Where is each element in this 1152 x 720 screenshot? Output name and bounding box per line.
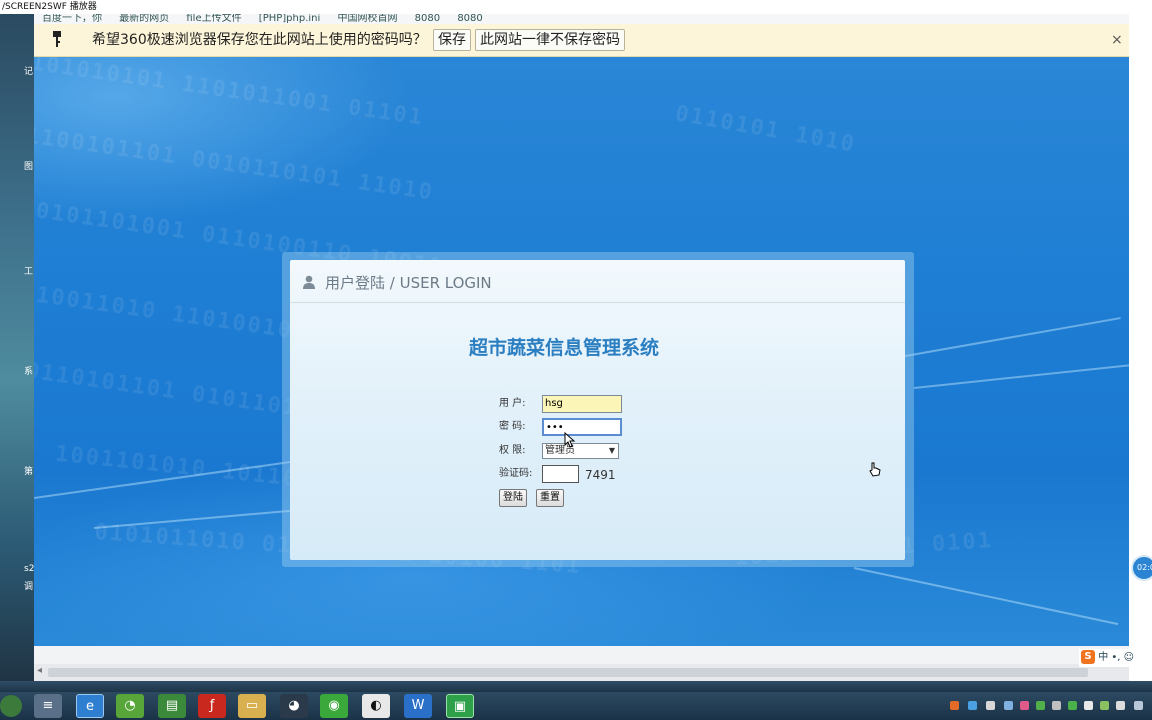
tray-icon[interactable] — [986, 701, 995, 710]
start-icon[interactable] — [0, 695, 22, 717]
mouse-cursor-icon — [564, 432, 576, 448]
tray-icon[interactable] — [1020, 701, 1029, 710]
system-title: 超市蔬菜信息管理系统 — [468, 337, 659, 359]
app-icon[interactable]: ≡ — [34, 694, 62, 718]
tray-icon[interactable] — [1036, 701, 1045, 710]
player-window-title: /SCREEN2SWF 播放器 — [0, 0, 1152, 14]
light-streak — [913, 364, 1129, 389]
inner-taskbar-strip — [0, 681, 1152, 692]
close-icon[interactable]: × — [1111, 30, 1123, 50]
tray-icon[interactable] — [1134, 701, 1143, 710]
password-input[interactable]: ••• — [542, 418, 622, 436]
reset-button[interactable]: 重置 — [536, 489, 564, 507]
save-password-bar: 希望360极速浏览器保存您在此网站上使用的密码吗？ 保存 此网站一律不保存密码 … — [34, 24, 1129, 57]
bookmarks-bar: 百度一下，你 最新的网页 file上传文件 [PHP]php.ini 中国网校首… — [34, 14, 1129, 24]
ime-toolbar[interactable]: S 中 •, ☺ — [1079, 649, 1152, 667]
key-icon — [48, 30, 66, 50]
wechat-icon[interactable]: ◉ — [320, 694, 348, 718]
user-icon — [303, 275, 315, 289]
captcha-input[interactable] — [542, 465, 579, 483]
horizontal-scrollbar[interactable]: ◂ — [34, 664, 1129, 681]
login-panel-frame: 用户登陆 / USER LOGIN 超市蔬菜信息管理系统 用 户: hsg 密 … — [282, 252, 914, 567]
flash-icon[interactable]: ƒ — [198, 694, 226, 718]
captcha-label: 验证码: — [499, 468, 533, 479]
desktop-left-strip: 记 图 工 系 第 s2 调 — [0, 14, 34, 681]
desktop-label: s2 — [24, 564, 35, 574]
punctuation-icon[interactable]: •, — [1111, 652, 1120, 663]
captcha-code: 7491 — [585, 468, 616, 482]
desktop-label: 工 — [24, 267, 34, 277]
emoji-icon[interactable]: ☺ — [1124, 652, 1134, 663]
user-label: 用 户: — [499, 398, 526, 409]
spreadsheet-icon[interactable]: ▤ — [158, 694, 186, 718]
tray-icon[interactable] — [950, 701, 959, 710]
bookmark-item[interactable]: 百度一下，你 — [42, 14, 102, 24]
desktop-label: 第 — [24, 467, 34, 477]
desktop-label: 调 — [24, 582, 34, 592]
taskbar: ≡ e ◔ ▤ ƒ ▭ ◕ ◉ ◐ W ▣ — [0, 692, 1152, 720]
desktop-label: 系 — [24, 367, 34, 377]
recording-timer-badge[interactable]: 02:0 — [1131, 555, 1152, 581]
login-page-background: 0101010101 1101011001 01101 1100101101 0… — [34, 57, 1129, 646]
browser-360-icon[interactable]: e — [76, 694, 104, 718]
bookmark-item[interactable]: 中国网校首网 — [337, 14, 397, 24]
chevron-down-icon: ▼ — [608, 446, 615, 455]
volume-icon[interactable] — [1052, 701, 1061, 710]
desktop-right-strip — [1129, 14, 1152, 681]
app-icon[interactable]: ◐ — [362, 694, 390, 718]
never-save-password-button[interactable]: 此网站一律不保存密码 — [475, 29, 625, 51]
login-panel-header: 用户登陆 / USER LOGIN — [290, 260, 905, 303]
scrollbar-thumb[interactable] — [48, 668, 1088, 677]
bookmark-item[interactable]: 最新的网页 — [119, 14, 169, 24]
bookmark-item[interactable]: 8080 — [457, 14, 482, 24]
background-pattern: 0110101 1010 — [673, 101, 858, 158]
password-label: 密 码: — [499, 421, 526, 432]
role-select[interactable]: 管理员 ▼ — [542, 443, 619, 459]
tray-icon[interactable] — [1084, 701, 1093, 710]
login-button[interactable]: 登陆 — [499, 489, 527, 507]
sogou-ime-icon[interactable]: S — [1081, 650, 1095, 664]
background-pattern: 0101010101 1101011001 01101 — [34, 57, 426, 131]
tray-icon[interactable] — [1068, 701, 1077, 710]
app-icon[interactable]: ▣ — [446, 694, 474, 718]
login-panel-title: 用户登陆 / USER LOGIN — [325, 274, 492, 292]
bookmark-item[interactable]: file上传文件 — [186, 14, 241, 24]
bookmark-item[interactable]: [PHP]php.ini — [259, 14, 321, 24]
desktop-label: 记 — [24, 67, 34, 77]
page-footer-area — [34, 646, 1129, 664]
network-icon[interactable] — [1116, 701, 1125, 710]
background-pattern: 1100101101 0010110101 11010 — [34, 123, 436, 206]
light-streak — [853, 567, 1119, 626]
bookmark-item[interactable]: 8080 — [415, 14, 440, 24]
ime-mode[interactable]: 中 — [1098, 652, 1108, 663]
role-label: 权 限: — [499, 445, 526, 456]
tray-icon[interactable] — [1100, 701, 1109, 710]
tray-icon[interactable] — [968, 701, 977, 710]
desktop-label: 图 — [24, 162, 34, 172]
hand-cursor-icon — [869, 462, 881, 477]
folder-icon[interactable]: ▭ — [238, 694, 266, 718]
qq-icon[interactable]: ◕ — [280, 694, 308, 718]
save-password-button[interactable]: 保存 — [433, 29, 471, 51]
word-icon[interactable]: W — [404, 694, 432, 718]
scroll-left-icon[interactable]: ◂ — [37, 665, 42, 676]
browser-content: 百度一下，你 最新的网页 file上传文件 [PHP]php.ini 中国网校首… — [34, 14, 1129, 681]
username-input[interactable]: hsg — [542, 395, 622, 413]
save-password-message: 希望360极速浏览器保存您在此网站上使用的密码吗？ — [92, 32, 427, 48]
app-icon[interactable]: ◔ — [116, 694, 144, 718]
light-streak — [893, 317, 1121, 359]
tray-icon[interactable] — [1004, 701, 1013, 710]
login-panel: 用户登陆 / USER LOGIN 超市蔬菜信息管理系统 用 户: hsg 密 … — [290, 260, 905, 560]
